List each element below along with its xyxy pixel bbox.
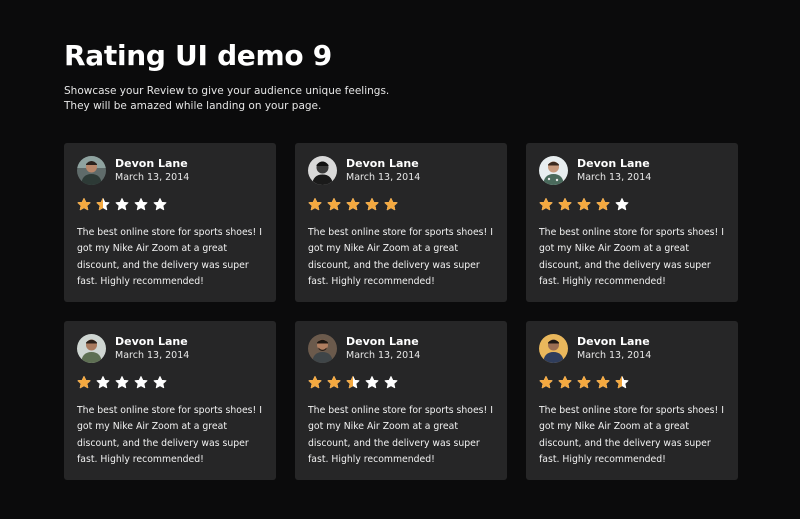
star-half-icon (346, 376, 360, 389)
avatar (539, 334, 568, 363)
review-header: Devon Lane March 13, 2014 (77, 155, 263, 186)
reviewer-name: Devon Lane (346, 334, 419, 348)
review-card: Devon Lane March 13, 2014 The best onlin… (64, 321, 276, 480)
review-date: March 13, 2014 (346, 171, 421, 183)
review-card: Devon Lane March 13, 2014 The best onlin… (526, 321, 738, 480)
star-rating (77, 197, 263, 213)
star-filled-icon (558, 376, 572, 389)
review-header: Devon Lane March 13, 2014 (308, 155, 494, 186)
avatar (308, 156, 337, 185)
review-text: The best online store for sports shoes! … (308, 405, 493, 465)
star-empty-icon (96, 376, 110, 389)
avatar (308, 334, 337, 363)
review-text: The best online store for sports shoes! … (77, 227, 262, 287)
star-rating (308, 197, 494, 213)
star-empty-icon (365, 376, 379, 389)
star-filled-icon (539, 198, 553, 211)
review-text: The best online store for sports shoes! … (539, 405, 724, 465)
review-date: March 13, 2014 (577, 171, 652, 183)
star-filled-icon (77, 376, 91, 389)
review-text: The best online store for sports shoes! … (77, 405, 262, 465)
review-date: March 13, 2014 (115, 349, 190, 361)
review-header: Devon Lane March 13, 2014 (539, 333, 725, 364)
star-filled-icon (327, 198, 341, 211)
review-card: Devon Lane March 13, 2014 The best onlin… (295, 321, 507, 480)
reviewer-name: Devon Lane (115, 334, 188, 348)
review-card: Devon Lane March 13, 2014 The best onlin… (295, 143, 507, 302)
star-half-icon (96, 198, 110, 211)
star-empty-icon (134, 198, 148, 211)
review-header: Devon Lane March 13, 2014 (308, 333, 494, 364)
star-empty-icon (615, 198, 629, 211)
review-text: The best online store for sports shoes! … (539, 227, 724, 287)
star-filled-icon (308, 376, 322, 389)
review-text: The best online store for sports shoes! … (308, 227, 493, 287)
star-filled-icon (327, 376, 341, 389)
star-filled-icon (596, 198, 610, 211)
star-empty-icon (384, 376, 398, 389)
reviewer-name: Devon Lane (577, 156, 650, 170)
star-filled-icon (577, 198, 591, 211)
star-half-icon (615, 376, 629, 389)
reviewer-name: Devon Lane (577, 334, 650, 348)
star-empty-icon (153, 198, 167, 211)
star-empty-icon (134, 376, 148, 389)
reviewer-name: Devon Lane (115, 156, 188, 170)
star-filled-icon (384, 198, 398, 211)
star-empty-icon (153, 376, 167, 389)
review-card: Devon Lane March 13, 2014 The best onlin… (526, 143, 738, 302)
star-filled-icon (365, 198, 379, 211)
page-subtitle: Showcase your Review to give your audien… (64, 85, 390, 112)
star-empty-icon (115, 198, 129, 211)
star-filled-icon (346, 198, 360, 211)
star-rating (539, 197, 725, 213)
review-date: March 13, 2014 (346, 349, 421, 361)
star-rating (77, 375, 263, 391)
star-rating (539, 375, 725, 391)
review-card: Devon Lane March 13, 2014 The best onlin… (64, 143, 276, 302)
star-filled-icon (77, 198, 91, 211)
avatar (77, 334, 106, 363)
star-filled-icon (308, 198, 322, 211)
star-filled-icon (577, 376, 591, 389)
star-filled-icon (558, 198, 572, 211)
review-header: Devon Lane March 13, 2014 (539, 155, 725, 186)
star-filled-icon (539, 376, 553, 389)
star-rating (308, 375, 494, 391)
review-header: Devon Lane March 13, 2014 (77, 333, 263, 364)
avatar (539, 156, 568, 185)
page-title: Rating UI demo 9 (64, 39, 332, 72)
avatar (77, 156, 106, 185)
star-filled-icon (596, 376, 610, 389)
review-grid: Devon Lane March 13, 2014 The best onlin… (64, 143, 738, 480)
reviewer-name: Devon Lane (346, 156, 419, 170)
star-empty-icon (115, 376, 129, 389)
review-date: March 13, 2014 (115, 171, 190, 183)
review-date: March 13, 2014 (577, 349, 652, 361)
